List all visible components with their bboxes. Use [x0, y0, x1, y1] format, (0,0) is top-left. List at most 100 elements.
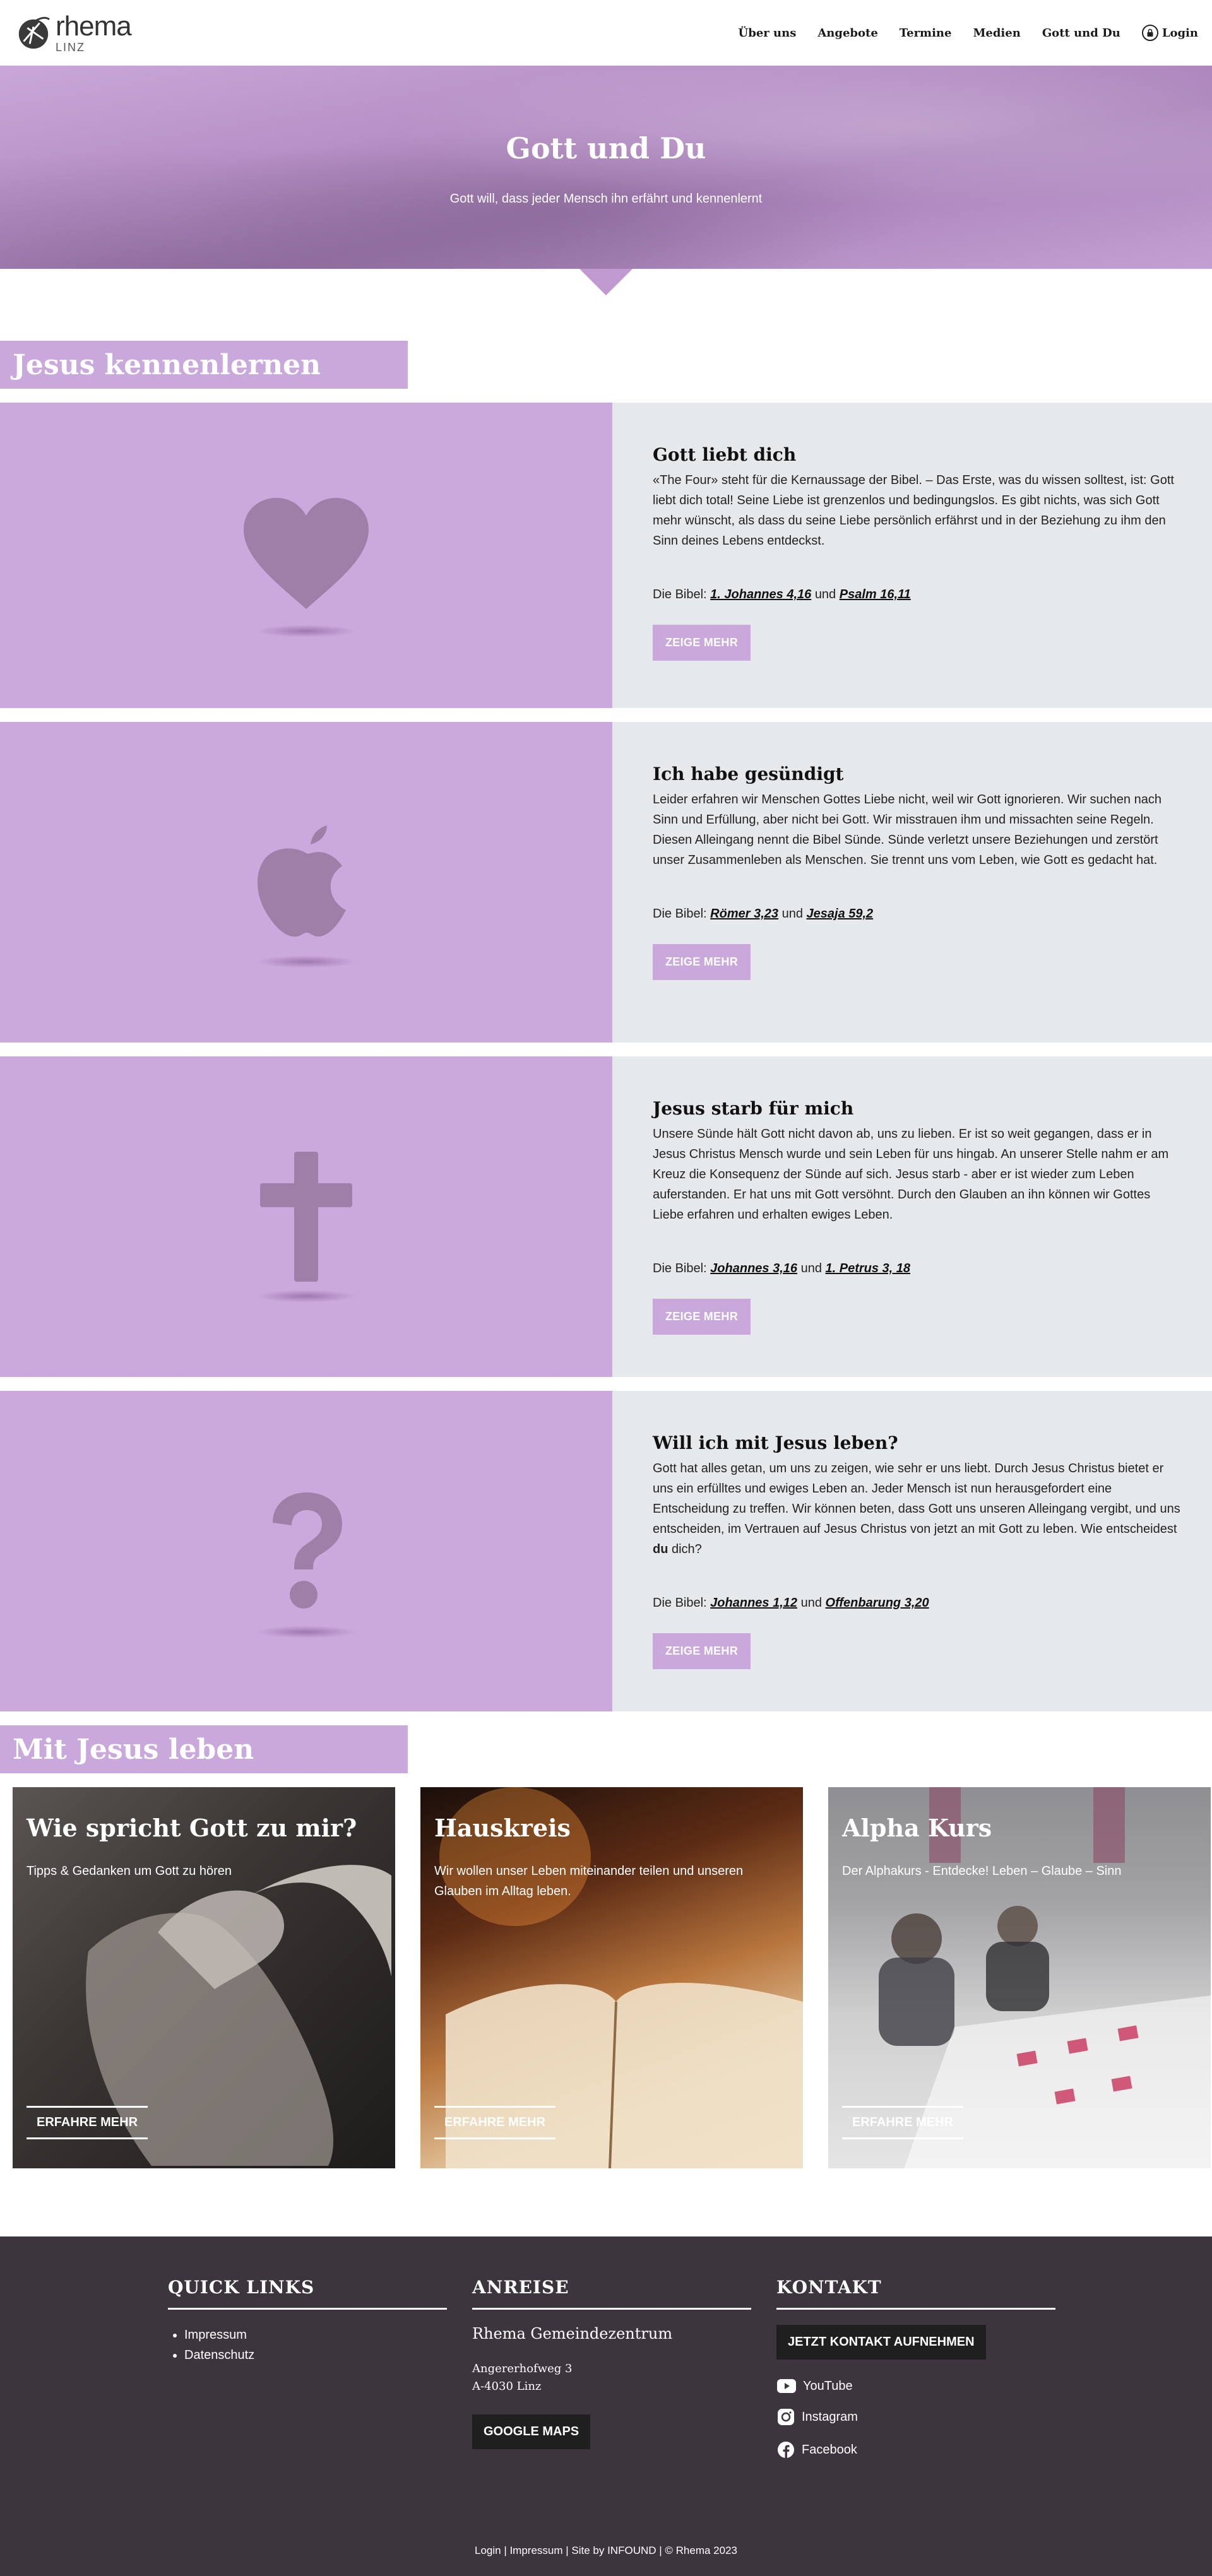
bible-ref-1[interactable]: Johannes 3,16 [710, 1261, 797, 1275]
card-text: Gott hat alles getan, um uns zu zeigen, … [653, 1458, 1180, 1559]
nav-item-angebote[interactable]: Angebote [817, 27, 877, 40]
show-more-button[interactable]: ZEIGE MEHR [653, 1633, 751, 1669]
contact-button[interactable]: JETZT KONTAKT AUFNEHMEN [776, 2325, 986, 2360]
footer-bottom-links[interactable]: Login | Impressum | Site by INFOUND | © … [0, 2544, 1212, 2557]
bible-ref-2[interactable]: Jesaja 59,2 [807, 907, 874, 921]
social-instagram[interactable]: Instagram [776, 2408, 1055, 2426]
card-will-ich-mit-jesus-leben: Will ich mit Jesus leben? Gott hat alles… [0, 1391, 1212, 1711]
section-header-jesus-kennenlernen: Jesus kennenlernen [0, 341, 408, 389]
section-title: Mit Jesus leben [13, 1733, 254, 1766]
icon-shadow [256, 625, 357, 637]
icon-shadow [256, 955, 357, 968]
nav-item-ueber-uns[interactable]: Über uns [739, 27, 797, 40]
tile-alpha-kurs[interactable]: Alpha Kurs Der Alphakurs - Entdecke! Leb… [828, 1787, 1211, 2168]
card-gott-liebt-dich: Gott liebt dich «The Four» steht für die… [0, 403, 1212, 708]
card-text: Leider erfahren wir Menschen Gottes Lieb… [653, 793, 1162, 867]
tile-text: Der Alphakurs - Entdecke! Leben – Glaube… [842, 1864, 1122, 1878]
show-more-button[interactable]: ZEIGE MEHR [653, 1299, 751, 1335]
logo-mark-icon [18, 16, 50, 49]
card-image [0, 403, 612, 708]
bible-references: Die Bibel: 1. Johannes 4,16 und Psalm 16… [653, 588, 1180, 602]
tiles-grid: Wie spricht Gott zu mir? Tipps & Gedanke… [0, 1773, 1212, 2168]
learn-more-button[interactable]: ERFAHRE MEHR [27, 2106, 148, 2139]
bible-label: Die Bibel: [653, 1596, 707, 1610]
footer-link-impressum[interactable]: Impressum [184, 2325, 447, 2345]
social-label: Instagram [802, 2409, 858, 2424]
bible-references: Die Bibel: Johannes 3,16 und 1. Petrus 3… [653, 1261, 1180, 1276]
question-icon [273, 1492, 342, 1609]
social-youtube[interactable]: YouTube [776, 2378, 1055, 2394]
footer-anreise: ANREISE Rhema Gemeindezentrum Angererhof… [472, 2277, 751, 2459]
logo-text: rhema LINZ [56, 11, 132, 54]
footer-heading: QUICK LINKS [168, 2277, 447, 2310]
bible-and: und [800, 1596, 822, 1610]
google-maps-button[interactable]: GOOGLE MAPS [472, 2414, 591, 2449]
footer-quicklinks: QUICK LINKS Impressum Datenschutz [168, 2277, 447, 2459]
social-label: YouTube [803, 2378, 853, 2393]
brand-name: rhema [56, 11, 132, 42]
tile-content: Hauskreis Wir wollen unser Leben miteina… [420, 1787, 803, 2168]
logo[interactable]: rhema LINZ [15, 8, 132, 58]
card-image [0, 1391, 612, 1711]
nav-item-medien[interactable]: Medien [973, 27, 1020, 40]
site-header: rhema LINZ Über uns Angebote Termine Med… [0, 0, 1212, 66]
social-facebook[interactable]: Facebook [776, 2440, 1055, 2459]
card-ich-habe-gesuendigt: Ich habe gesündigt Leider erfahren wir M… [0, 722, 1212, 1043]
learn-more-button[interactable]: ERFAHRE MEHR [842, 2106, 964, 2139]
tile-content: Alpha Kurs Der Alphakurs - Entdecke! Leb… [828, 1787, 1211, 2168]
bible-ref-2[interactable]: Offenbarung 3,20 [826, 1596, 929, 1610]
learn-more-button[interactable]: ERFAHRE MEHR [434, 2106, 556, 2139]
bible-references: Die Bibel: Römer 3,23 und Jesaja 59,2 [653, 907, 1180, 921]
card-title: Ich habe gesündigt [653, 764, 844, 784]
bible-ref-1[interactable]: Römer 3,23 [710, 907, 778, 921]
show-more-button[interactable]: ZEIGE MEHR [653, 625, 751, 661]
icon-shadow [256, 1626, 357, 1638]
bible-and: und [800, 1261, 822, 1275]
bible-ref-1[interactable]: Johannes 1,12 [710, 1596, 797, 1610]
hero-down-arrow [579, 269, 633, 295]
login-label: Login [1162, 26, 1198, 40]
page-title: Gott und Du [506, 131, 706, 165]
brand-city: LINZ [56, 41, 86, 54]
tile-text: Tipps & Gedanken um Gott zu hören [27, 1864, 232, 1878]
card-text: «The Four» steht für die Kernaussage der… [653, 473, 1174, 548]
address-street: Angererhofweg 3 [472, 2362, 573, 2375]
apple-icon [257, 825, 360, 937]
bible-ref-2[interactable]: Psalm 16,11 [840, 588, 911, 601]
tile-content: Wie spricht Gott zu mir? Tipps & Gedanke… [13, 1787, 395, 2168]
site-footer: QUICK LINKS Impressum Datenschutz ANREIS… [0, 2236, 1212, 2576]
bible-label: Die Bibel: [653, 1261, 707, 1275]
footer-heading: KONTAKT [776, 2277, 1055, 2310]
card-jesus-starb-fuer-mich: Jesus starb für mich Unsere Sünde hält G… [0, 1056, 1212, 1377]
heart-icon [244, 498, 369, 609]
cross-icon [260, 1152, 352, 1282]
social-label: Facebook [802, 2442, 857, 2457]
venue-name: Rhema Gemeindezentrum [472, 2325, 673, 2343]
bible-ref-1[interactable]: 1. Johannes 4,16 [710, 588, 811, 601]
tile-text: Wir wollen unser Leben miteinander teile… [434, 1864, 744, 1898]
bible-ref-2[interactable]: 1. Petrus 3, 18 [826, 1261, 911, 1275]
tile-title: Hauskreis [434, 1814, 571, 1842]
card-content: Jesus starb für mich Unsere Sünde hält G… [612, 1056, 1212, 1377]
section-header-mit-jesus-leben: Mit Jesus leben [0, 1725, 408, 1773]
card-title: Gott liebt dich [653, 444, 797, 465]
instagram-icon [778, 2409, 794, 2425]
login-link[interactable]: Login [1141, 25, 1198, 41]
tile-title: Alpha Kurs [842, 1814, 992, 1842]
card-image [0, 722, 612, 1043]
address: Angererhofweg 3 A-4030 Linz [472, 2360, 751, 2396]
tile-wie-spricht-gott[interactable]: Wie spricht Gott zu mir? Tipps & Gedanke… [13, 1787, 395, 2168]
facebook-icon [778, 2442, 794, 2459]
bible-and: und [814, 588, 836, 601]
card-text-emphasis: du [653, 1542, 668, 1556]
icon-shadow [256, 1290, 357, 1303]
card-content: Ich habe gesündigt Leider erfahren wir M… [612, 722, 1212, 1043]
card-text-part: dich? [668, 1542, 702, 1556]
footer-heading: ANREISE [472, 2277, 751, 2310]
card-title: Will ich mit Jesus leben? [653, 1433, 898, 1453]
nav-item-gott-und-du[interactable]: Gott und Du [1042, 27, 1120, 40]
nav-item-termine[interactable]: Termine [900, 27, 952, 40]
footer-link-datenschutz[interactable]: Datenschutz [184, 2345, 447, 2365]
show-more-button[interactable]: ZEIGE MEHR [653, 944, 751, 980]
tile-hauskreis[interactable]: Hauskreis Wir wollen unser Leben miteina… [420, 1787, 803, 2168]
